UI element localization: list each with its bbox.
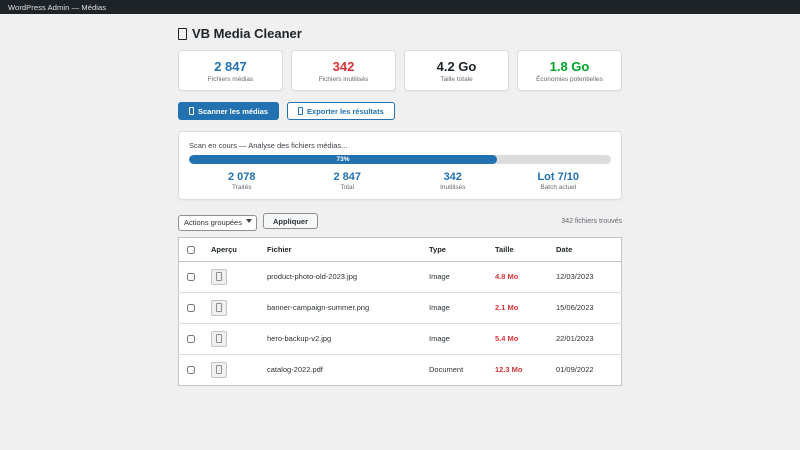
stat-value: 2 847: [214, 59, 247, 74]
plugin-page: VB Media Cleaner 2 847 Fichiers médias 3…: [178, 26, 622, 386]
media-files-table: Aperçu Fichier Type Taille Date product-…: [178, 237, 622, 386]
header-preview: Aperçu: [203, 237, 259, 261]
stat-card-media-files: 2 847 Fichiers médias: [178, 50, 283, 91]
admin-bar-title: WordPress Admin — Médias: [8, 3, 106, 12]
file-type: Image: [421, 292, 487, 323]
file-name: hero-backup-v2.jpg: [259, 323, 421, 354]
select-all-checkbox[interactable]: [187, 246, 195, 254]
stat-value: 1.8 Go: [550, 59, 590, 74]
bulk-actions-select-wrap: Actions groupées: [178, 212, 257, 231]
file-size: 12.3 Mo: [487, 354, 548, 385]
table-row: product-photo-old-2023.jpg Image 4.8 Mo …: [179, 261, 622, 292]
bulk-actions-row: Actions groupées Appliquer 342 fichiers …: [178, 212, 622, 231]
progress-stat-label: Batch actuel: [506, 184, 612, 191]
stat-card-potential-savings: 1.8 Go Économies potentielles: [517, 50, 622, 91]
row-checkbox[interactable]: [187, 304, 195, 312]
file-name: product-photo-old-2023.jpg: [259, 261, 421, 292]
progress-stat-total: 2 847 Total: [295, 171, 401, 191]
thumbnail-placeholder: [211, 331, 227, 347]
file-date: 12/03/2023: [548, 261, 622, 292]
header-file: Fichier: [259, 237, 421, 261]
stat-value: 4.2 Go: [437, 59, 477, 74]
progress-stat-value: Lot 7/10: [506, 171, 612, 183]
image-icon: [216, 334, 222, 343]
progress-stat-value: 2 847: [295, 171, 401, 183]
progress-stat-value: 2 078: [189, 171, 295, 183]
progress-stat-unused: 342 Inutilisés: [400, 171, 506, 191]
file-size: 4.8 Mo: [487, 261, 548, 292]
document-icon: [216, 365, 222, 374]
scan-media-button-label: Scanner les médias: [198, 107, 268, 116]
stat-label: Économies potentielles: [536, 76, 603, 83]
stat-label: Fichiers médias: [208, 76, 254, 83]
file-size: 5.4 Mo: [487, 323, 548, 354]
row-checkbox[interactable]: [187, 335, 195, 343]
progress-stat-label: Total: [295, 184, 401, 191]
export-icon: [298, 107, 303, 115]
file-name: catalog-2022.pdf: [259, 354, 421, 385]
stat-label: Taille totale: [440, 76, 473, 83]
bulk-actions-select[interactable]: Actions groupées: [178, 215, 257, 231]
magnifier-icon: [189, 107, 194, 115]
files-found-count: 342 fichiers trouvés: [561, 218, 622, 225]
admin-bar: WordPress Admin — Médias: [0, 0, 800, 14]
stat-cards: 2 847 Fichiers médias 342 Fichiers inuti…: [178, 50, 622, 91]
broom-icon: [178, 28, 187, 40]
scan-status-text: Scan en cours — Analyse des fichiers méd…: [189, 141, 611, 150]
progress-bar-track: 73%: [189, 155, 611, 164]
progress-stats: 2 078 Traités 2 847 Total 342 Inutilisés…: [189, 171, 611, 191]
thumbnail-placeholder: [211, 362, 227, 378]
image-icon: [216, 272, 222, 281]
thumbnail-placeholder: [211, 269, 227, 285]
row-checkbox[interactable]: [187, 273, 195, 281]
progress-stat-batch: Lot 7/10 Batch actuel: [506, 171, 612, 191]
stat-card-unused-files: 342 Fichiers inutilisés: [291, 50, 396, 91]
progress-stat-label: Inutilisés: [400, 184, 506, 191]
table-row: hero-backup-v2.jpg Image 5.4 Mo 22/01/20…: [179, 323, 622, 354]
stat-card-total-size: 4.2 Go Taille totale: [404, 50, 509, 91]
select-all-header-cell: [179, 237, 204, 261]
file-type: Image: [421, 261, 487, 292]
progress-stat-value: 342: [400, 171, 506, 183]
file-date: 15/06/2023: [548, 292, 622, 323]
scan-progress-panel: Scan en cours — Analyse des fichiers méd…: [178, 131, 622, 200]
image-icon: [216, 303, 222, 312]
stat-label: Fichiers inutilisés: [319, 76, 369, 83]
progress-fill: 73%: [189, 155, 497, 164]
apply-button[interactable]: Appliquer: [263, 213, 318, 229]
file-date: 01/09/2022: [548, 354, 622, 385]
table-row: catalog-2022.pdf Document 12.3 Mo 01/09/…: [179, 354, 622, 385]
file-size: 2.1 Mo: [487, 292, 548, 323]
table-header-row: Aperçu Fichier Type Taille Date: [179, 237, 622, 261]
header-size: Taille: [487, 237, 548, 261]
header-date: Date: [548, 237, 622, 261]
stat-value: 342: [333, 59, 355, 74]
scan-media-button[interactable]: Scanner les médias: [178, 102, 279, 120]
header-type: Type: [421, 237, 487, 261]
file-type: Image: [421, 323, 487, 354]
toolbar: Scanner les médias Exporter les résultat…: [178, 102, 622, 120]
export-results-button[interactable]: Exporter les résultats: [287, 102, 395, 120]
progress-stat-processed: 2 078 Traités: [189, 171, 295, 191]
thumbnail-placeholder: [211, 300, 227, 316]
progress-stat-label: Traités: [189, 184, 295, 191]
page-title: VB Media Cleaner: [178, 26, 622, 41]
page-title-text: VB Media Cleaner: [192, 26, 302, 41]
file-name: banner-campaign-summer.png: [259, 292, 421, 323]
file-type: Document: [421, 354, 487, 385]
export-results-button-label: Exporter les résultats: [307, 107, 384, 116]
file-date: 22/01/2023: [548, 323, 622, 354]
row-checkbox[interactable]: [187, 366, 195, 374]
table-row: banner-campaign-summer.png Image 2.1 Mo …: [179, 292, 622, 323]
progress-percent-label: 73%: [337, 156, 350, 163]
